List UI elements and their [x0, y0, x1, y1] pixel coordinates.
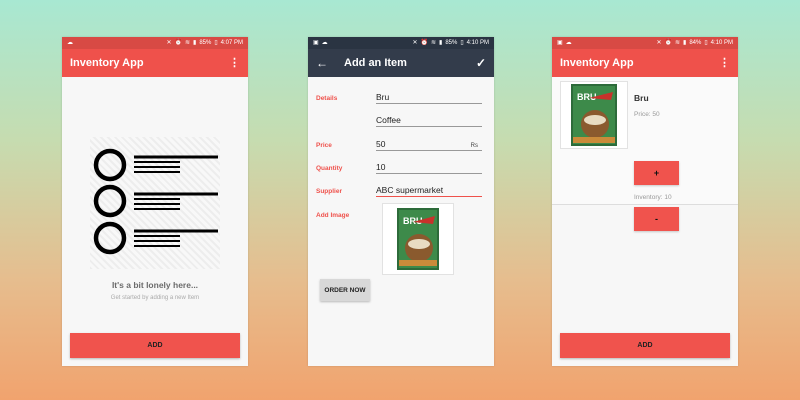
supplier-field[interactable]: ABC supermarket — [376, 183, 482, 197]
overflow-menu-icon[interactable]: ⋮ — [229, 57, 240, 69]
product-photo: BRU — [397, 208, 439, 270]
status-bar: ▣ ☁ ✕ ⏰ ≋ ▮ 85% ▯ 4:10 PM — [308, 37, 494, 49]
details-label: Details — [316, 95, 338, 102]
quantity-value: 10 — [376, 162, 386, 172]
supplier-label: Supplier — [316, 188, 343, 195]
add-image-label: Add Image — [316, 212, 350, 219]
wifi-icon: ≋ — [430, 40, 436, 46]
product-photo: BRU — [571, 84, 617, 146]
add-button[interactable]: ADD — [70, 333, 240, 358]
mute-icon: ✕ — [166, 40, 172, 46]
status-time: 4:07 PM — [220, 40, 243, 46]
phone-screen-add-item: ▣ ☁ ✕ ⏰ ≋ ▮ 85% ▯ 4:10 PM ← Add an Item … — [308, 37, 494, 366]
cloud-icon: ☁ — [565, 40, 572, 46]
app-title: Inventory App — [560, 57, 634, 69]
type-field[interactable]: Coffee — [376, 113, 482, 127]
alarm-icon: ⏰ — [664, 40, 672, 46]
alarm-icon: ⏰ — [420, 40, 428, 46]
signal-icon: ▮ — [683, 40, 687, 46]
app-bar: ← Add an Item ✓ — [308, 49, 494, 77]
wifi-icon: ≋ — [674, 40, 680, 46]
status-time: 4:10 PM — [710, 40, 733, 46]
status-time: 4:10 PM — [466, 40, 489, 46]
phone-screen-empty-list: ☁ ✕ ⏰ ≋ ▮ 85% ▯ 4:07 PM Inventory App ⋮ — [62, 37, 248, 366]
price-label: Price — [316, 142, 332, 149]
add-button[interactable]: ADD — [560, 333, 730, 358]
name-value: Bru — [376, 92, 390, 102]
signal-icon: ▮ — [193, 40, 197, 46]
decrease-quantity-button[interactable]: - — [634, 207, 679, 231]
battery-label: 85% — [199, 40, 212, 46]
cloud-icon: ☁ — [67, 40, 73, 46]
app-bar: Inventory App ⋮ — [62, 49, 248, 77]
signal-icon: ▮ — [439, 40, 443, 46]
battery-icon: ▯ — [704, 40, 708, 46]
order-now-button[interactable]: ORDER NOW — [320, 279, 370, 301]
list-bullet-circle — [93, 184, 127, 218]
cloud-icon: ☁ — [321, 40, 328, 46]
product-image-picker[interactable]: BRU — [382, 203, 454, 275]
item-inventory: Inventory: 10 — [634, 194, 672, 201]
battery-label: 84% — [689, 40, 702, 46]
empty-state-title: It's a bit lonely here... — [111, 280, 199, 290]
increase-quantity-button[interactable]: + — [634, 161, 679, 185]
battery-icon: ▯ — [214, 40, 218, 46]
list-item[interactable]: BRU Bru Price: 50 + Inventory: 10 - — [552, 77, 738, 231]
price-field[interactable]: 50 Rs — [376, 137, 482, 151]
price-value: 50 — [376, 139, 386, 149]
status-bar: ▣ ☁ ✕ ⏰ ≋ ▮ 84% ▯ 4:10 PM — [552, 37, 738, 49]
empty-state-subtitle: Get started by adding a new Item — [110, 295, 200, 301]
quantity-field[interactable]: 10 — [376, 160, 482, 174]
item-price: Price: 50 — [634, 111, 660, 118]
list-illustration — [90, 137, 220, 269]
overflow-menu-icon[interactable]: ⋮ — [719, 57, 730, 69]
battery-label: 85% — [445, 40, 458, 46]
check-icon[interactable]: ✓ — [476, 57, 486, 69]
app-title: Add an Item — [344, 57, 407, 69]
item-name: Bru — [634, 93, 649, 103]
app-title: Inventory App — [70, 57, 144, 69]
image-notification-icon: ▣ — [313, 40, 319, 46]
mute-icon: ✕ — [412, 40, 418, 46]
item-thumbnail: BRU — [560, 81, 628, 149]
type-value: Coffee — [376, 115, 401, 125]
price-unit: Rs — [470, 143, 478, 149]
supplier-value: ABC supermarket — [376, 185, 444, 195]
phone-screen-item-list: ▣ ☁ ✕ ⏰ ≋ ▮ 84% ▯ 4:10 PM Inventory App … — [552, 37, 738, 366]
quantity-label: Quantity — [316, 165, 343, 172]
image-notification-icon: ▣ — [557, 40, 563, 46]
status-bar: ☁ ✕ ⏰ ≋ ▮ 85% ▯ 4:07 PM — [62, 37, 248, 49]
name-field[interactable]: Bru — [376, 90, 482, 104]
wifi-icon: ≋ — [184, 40, 190, 46]
mute-icon: ✕ — [656, 40, 662, 46]
battery-icon: ▯ — [460, 40, 464, 46]
app-bar: Inventory App ⋮ — [552, 49, 738, 77]
list-bullet-circle — [93, 148, 127, 182]
alarm-icon: ⏰ — [174, 40, 182, 46]
list-bullet-circle — [93, 221, 127, 255]
back-arrow-icon[interactable]: ← — [316, 57, 328, 69]
